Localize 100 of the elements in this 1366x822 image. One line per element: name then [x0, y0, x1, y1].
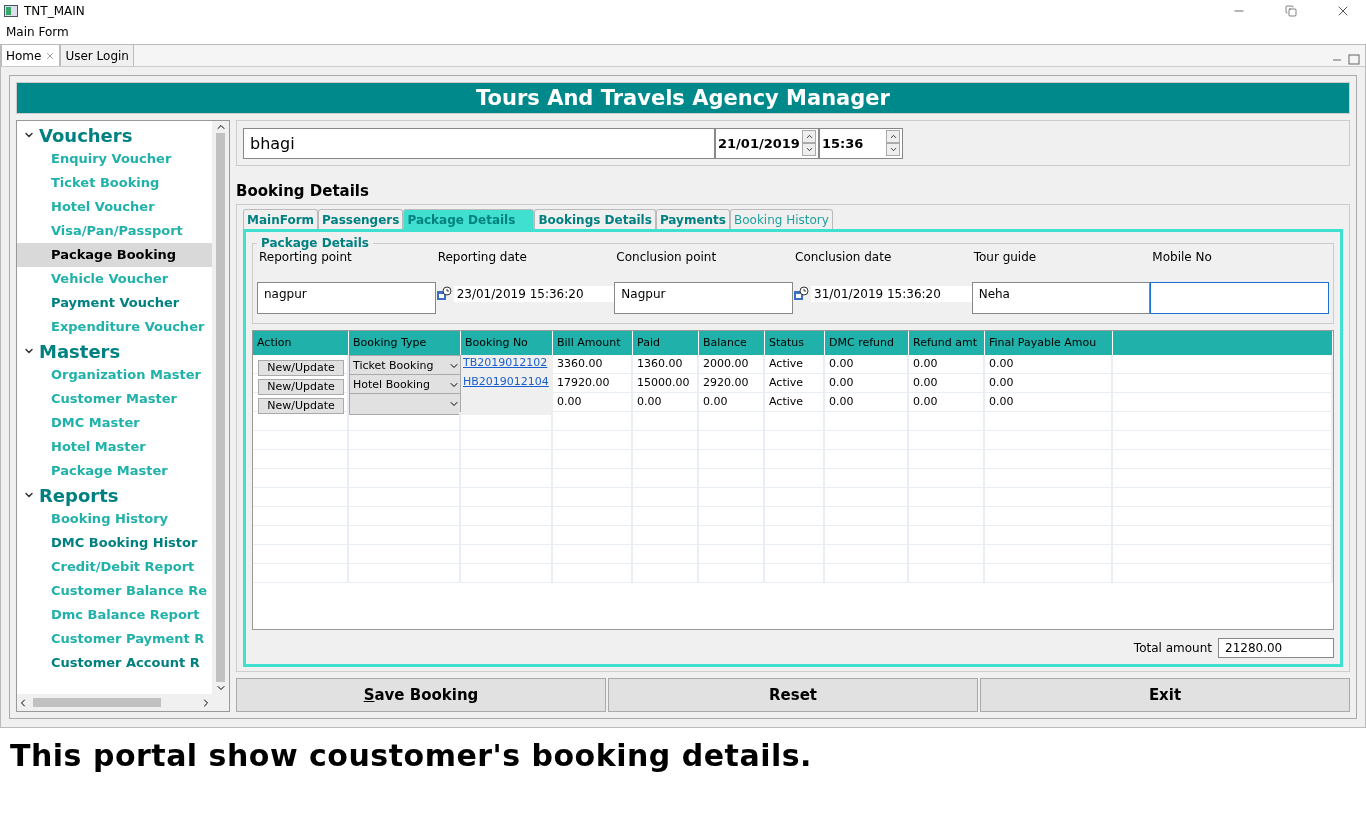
- table-cell: 0.00: [909, 355, 985, 377]
- vertical-scrollbar[interactable]: [212, 121, 229, 694]
- tree-item[interactable]: Enquiry Voucher: [17, 147, 212, 171]
- text-field[interactable]: Neha: [971, 282, 1151, 314]
- menu-item[interactable]: Main Form: [6, 25, 69, 39]
- text-field[interactable]: Nagpur: [614, 282, 793, 314]
- column-header: Action: [253, 331, 349, 355]
- tab[interactable]: Package Details: [403, 209, 535, 229]
- table-cell: 2920.00: [699, 374, 765, 396]
- spin-up-button[interactable]: [802, 130, 816, 143]
- calendar-clock-icon[interactable]: [435, 286, 452, 302]
- tree-item[interactable]: Booking History: [17, 507, 212, 531]
- field-label: Tour guide: [972, 250, 1038, 266]
- tree-group[interactable]: Masters: [39, 340, 121, 362]
- table-cell: 1360.00: [633, 355, 699, 377]
- column-header: Refund amt: [909, 331, 985, 355]
- tree-item[interactable]: Customer Account R: [17, 651, 212, 675]
- field-label: Reporting date: [436, 250, 528, 266]
- calendar-clock-icon[interactable]: [793, 286, 809, 302]
- tree-item[interactable]: DMC Booking Histor: [17, 531, 212, 555]
- tab[interactable]: Passengers: [318, 209, 404, 229]
- tree-item[interactable]: Expenditure Voucher: [17, 315, 212, 339]
- action-button[interactable]: Save Booking: [236, 678, 606, 712]
- spin-down-button[interactable]: [802, 143, 816, 156]
- table-cell: 15000.00: [633, 374, 699, 396]
- table-cell: Active: [765, 374, 825, 396]
- table-cell: 0.00: [909, 374, 985, 396]
- tree-item[interactable]: Customer Master: [17, 387, 212, 411]
- tree-item[interactable]: Vehicle Voucher: [17, 267, 212, 291]
- action-button[interactable]: Exit: [980, 678, 1350, 712]
- table-cell: 0.00: [909, 393, 985, 415]
- booking-type-dropdown[interactable]: Ticket Booking: [349, 355, 461, 377]
- column-header: DMC refund: [825, 331, 909, 355]
- column-header: Booking No: [461, 331, 553, 355]
- tab[interactable]: Payments: [655, 209, 730, 229]
- total-field[interactable]: 21280.00: [1218, 638, 1334, 658]
- tree-item[interactable]: Customer Payment R: [17, 627, 212, 651]
- date-field[interactable]: 21/01/2019: [715, 127, 819, 159]
- tree-item[interactable]: Payment Voucher: [17, 291, 212, 315]
- text-field[interactable]: nagpur: [257, 282, 436, 314]
- spin-down-button[interactable]: [886, 143, 900, 156]
- tree-group[interactable]: Reports: [39, 484, 119, 506]
- table-cell: 0.00: [985, 393, 1113, 415]
- new-update-button[interactable]: New/Update: [258, 359, 344, 376]
- caption: This portal show coustomer's booking details.: [9, 737, 813, 775]
- down-icon: [888, 145, 898, 154]
- table-cell: 0.00: [825, 374, 909, 396]
- tab[interactable]: Bookings Details: [534, 209, 656, 229]
- table-cell: 0.00: [825, 393, 909, 415]
- tree-item[interactable]: DMC Master: [17, 411, 212, 435]
- tree-item[interactable]: Hotel Master: [17, 435, 212, 459]
- datetime-field[interactable]: 31/01/2019 15:36:20: [793, 282, 972, 314]
- close-icon[interactable]: [45, 50, 56, 61]
- tree-item[interactable]: Package Master: [17, 459, 212, 483]
- field-label: Mobile No: [1151, 250, 1213, 266]
- tree-item[interactable]: Hotel Voucher: [17, 195, 212, 219]
- tree-item[interactable]: Customer Balance Re: [17, 579, 212, 603]
- total-label: Total amount: [1133, 641, 1212, 655]
- text-field[interactable]: [1150, 282, 1329, 314]
- tree-item[interactable]: Visa/Pan/Passport: [17, 219, 212, 243]
- tree-item[interactable]: Package Booking: [17, 243, 212, 267]
- tree-item[interactable]: Dmc Balance Report: [17, 603, 212, 627]
- booking-number-link[interactable]: HB2019012104: [463, 375, 549, 388]
- field-label: Reporting point: [258, 250, 353, 266]
- horizontal-scrollbar[interactable]: [17, 694, 229, 711]
- tab[interactable]: Home: [1, 44, 61, 66]
- tree-group[interactable]: Vouchers: [39, 124, 133, 146]
- spin-up-button[interactable]: [886, 130, 900, 143]
- field-label: Conclusion date: [794, 250, 893, 266]
- new-update-button[interactable]: New/Update: [258, 397, 344, 414]
- time-field[interactable]: 15:36: [819, 127, 903, 159]
- tab[interactable]: User Login: [60, 44, 134, 66]
- tree-item[interactable]: Credit/Debit Report: [17, 555, 212, 579]
- table-cell: 2000.00: [699, 355, 765, 377]
- group-title: Package Details: [260, 236, 370, 250]
- tree-item[interactable]: Organization Master: [17, 363, 212, 387]
- table-cell: 0.00: [825, 355, 909, 377]
- column-header: Final Payable Amou: [985, 331, 1113, 355]
- datetime-field[interactable]: 23/01/2019 15:36:20: [435, 282, 615, 314]
- new-update-button[interactable]: New/Update: [258, 378, 344, 395]
- window-title: TNT_MAIN: [24, 4, 86, 18]
- table-cell: Active: [765, 355, 825, 377]
- up-icon: [804, 132, 814, 141]
- action-button[interactable]: Reset: [608, 678, 978, 712]
- app-icon: [4, 5, 18, 17]
- booking-number-link[interactable]: TB2019012102: [463, 356, 548, 369]
- customer-field[interactable]: bhagi: [243, 127, 715, 159]
- table-cell: 0.00: [985, 355, 1113, 377]
- booking-type-dropdown[interactable]: Hotel Booking: [349, 374, 461, 396]
- tab[interactable]: MainForm: [243, 209, 319, 229]
- down-icon: [804, 145, 814, 154]
- column-header: Bill Amount: [553, 331, 633, 355]
- tree-item[interactable]: Ticket Booking: [17, 171, 212, 195]
- app-banner: Tours And Travels Agency Manager: [16, 82, 1350, 114]
- table-cell: Active: [765, 393, 825, 415]
- section-title: Booking Details: [236, 182, 370, 200]
- column-header: Balance: [699, 331, 765, 355]
- restore-icon: [1285, 5, 1297, 17]
- table-cell: 0.00: [633, 393, 699, 415]
- table-cell: 0.00: [699, 393, 765, 415]
